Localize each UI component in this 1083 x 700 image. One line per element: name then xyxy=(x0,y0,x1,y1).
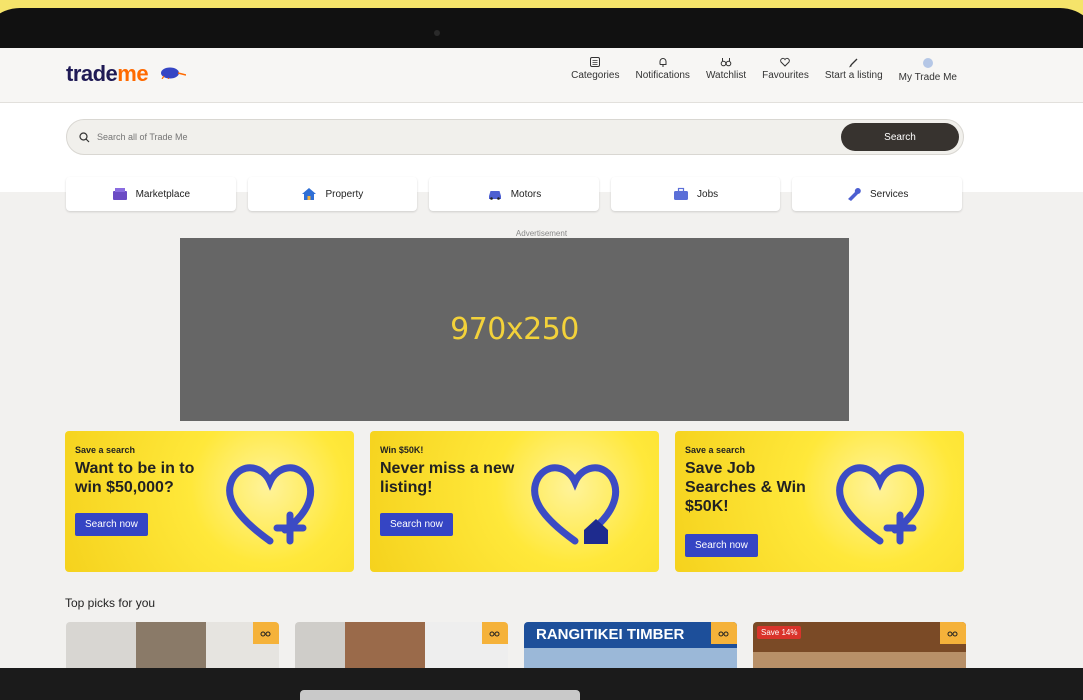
nav-favourites-label: Favourites xyxy=(762,70,809,81)
laptop-notch xyxy=(300,690,580,700)
nav-my-trademe-label: My Trade Me xyxy=(898,72,957,83)
promo-tag: Save a search xyxy=(685,445,746,455)
promo-search-now-button[interactable]: Search now xyxy=(685,534,758,557)
heart-icon xyxy=(780,57,791,67)
list-icon xyxy=(590,57,601,67)
promo-title: Never miss a new listing! xyxy=(380,460,515,496)
promo-cards: Save a search Want to be in to win $50,0… xyxy=(65,431,964,572)
camera xyxy=(434,30,440,36)
promo-search-now-button[interactable]: Search now xyxy=(380,513,453,536)
heart-plus-icon xyxy=(226,464,315,545)
nav-start-listing-label: Start a listing xyxy=(824,70,883,81)
search-button[interactable]: Search xyxy=(841,123,959,151)
tab-jobs-label: Jobs xyxy=(697,188,719,200)
browser-screen: trademe Categories Notifications Watchli… xyxy=(0,48,1083,668)
watchlist-add-button[interactable] xyxy=(711,622,737,644)
binoculars-plus-icon xyxy=(260,631,271,637)
wrench-icon xyxy=(847,188,861,201)
tab-motors-label: Motors xyxy=(510,188,542,200)
search-input[interactable] xyxy=(97,120,797,154)
section-title: Top picks for you xyxy=(65,596,156,610)
briefcase-icon xyxy=(674,187,689,200)
site-header: trademe Categories Notifications Watchli… xyxy=(0,48,1083,103)
watchlist-add-button[interactable] xyxy=(940,622,966,644)
binoculars-plus-icon xyxy=(718,631,729,637)
trademe-logo[interactable]: trademe xyxy=(66,61,149,87)
promo-title: Want to be in to win $50,000? xyxy=(75,460,195,496)
promo-title: Save Job Searches & Win $50K! xyxy=(685,460,806,515)
top-picks-list: RANGITIKEI TIMBER Save 14% xyxy=(66,622,966,668)
header-nav: Categories Notifications Watchlist Favou… xyxy=(571,56,957,83)
kiwi-icon xyxy=(161,67,186,79)
pencil-icon xyxy=(848,58,858,68)
promo-search-now-button[interactable]: Search now xyxy=(75,513,148,536)
tab-marketplace[interactable]: Marketplace xyxy=(66,177,236,211)
heart-house-icon xyxy=(531,464,620,545)
watchlist-add-button[interactable] xyxy=(253,622,279,644)
listing-card[interactable]: RANGITIKEI TIMBER xyxy=(524,622,737,668)
listing-brand: RANGITIKEI TIMBER xyxy=(536,626,685,643)
listing-card[interactable] xyxy=(295,622,508,668)
promo-card[interactable]: Save a search Want to be in to win $50,0… xyxy=(65,431,354,572)
nav-start-listing[interactable]: Start a listing xyxy=(825,56,883,83)
nav-my-trademe[interactable]: My Trade Me xyxy=(899,56,957,83)
avatar xyxy=(922,58,933,68)
category-tabs: Marketplace Property Motors Jobs Service… xyxy=(66,177,962,213)
advertisement-banner[interactable]: 970x250 xyxy=(180,238,849,421)
house-icon xyxy=(302,188,317,200)
tab-property[interactable]: Property xyxy=(247,177,418,211)
heart-plus-icon xyxy=(836,464,925,545)
bell-icon xyxy=(659,58,667,67)
tab-marketplace-label: Marketplace xyxy=(135,188,191,200)
binoculars-icon xyxy=(720,58,732,67)
discount-badge: Save 14% xyxy=(757,626,802,639)
car-icon xyxy=(488,191,501,200)
listing-card[interactable]: Save 14% xyxy=(753,622,966,668)
tab-motors[interactable]: Motors xyxy=(429,177,599,211)
nav-favourites[interactable]: Favourites xyxy=(762,56,809,83)
tab-services-label: Services xyxy=(869,188,909,200)
search-icon xyxy=(79,132,90,143)
nav-categories-label: Categories xyxy=(571,70,620,81)
tab-jobs[interactable]: Jobs xyxy=(610,177,781,211)
nav-watchlist-label: Watchlist xyxy=(705,70,747,81)
nav-notifications[interactable]: Notifications xyxy=(635,56,690,83)
nav-categories[interactable]: Categories xyxy=(571,56,619,83)
nav-notifications-label: Notifications xyxy=(635,70,690,81)
promo-tag: Win $50K! xyxy=(380,445,424,455)
search-bar: Search xyxy=(66,119,964,155)
ad-label: Advertisement xyxy=(515,229,568,238)
promo-card[interactable]: Win $50K! Never miss a new listing! Sear… xyxy=(370,431,659,572)
promo-tag: Save a search xyxy=(75,445,136,455)
promo-card[interactable]: Save a search Save Job Searches & Win $5… xyxy=(675,431,964,572)
tab-property-label: Property xyxy=(325,188,364,200)
ad-size-text: 970x250 xyxy=(450,312,579,347)
binoculars-plus-icon xyxy=(947,631,958,637)
tab-services[interactable]: Services xyxy=(792,177,962,211)
listing-card[interactable] xyxy=(66,622,279,668)
binoculars-plus-icon xyxy=(489,631,500,637)
nav-watchlist[interactable]: Watchlist xyxy=(706,56,746,83)
watchlist-add-button[interactable] xyxy=(482,622,508,644)
shop-icon xyxy=(112,188,127,200)
